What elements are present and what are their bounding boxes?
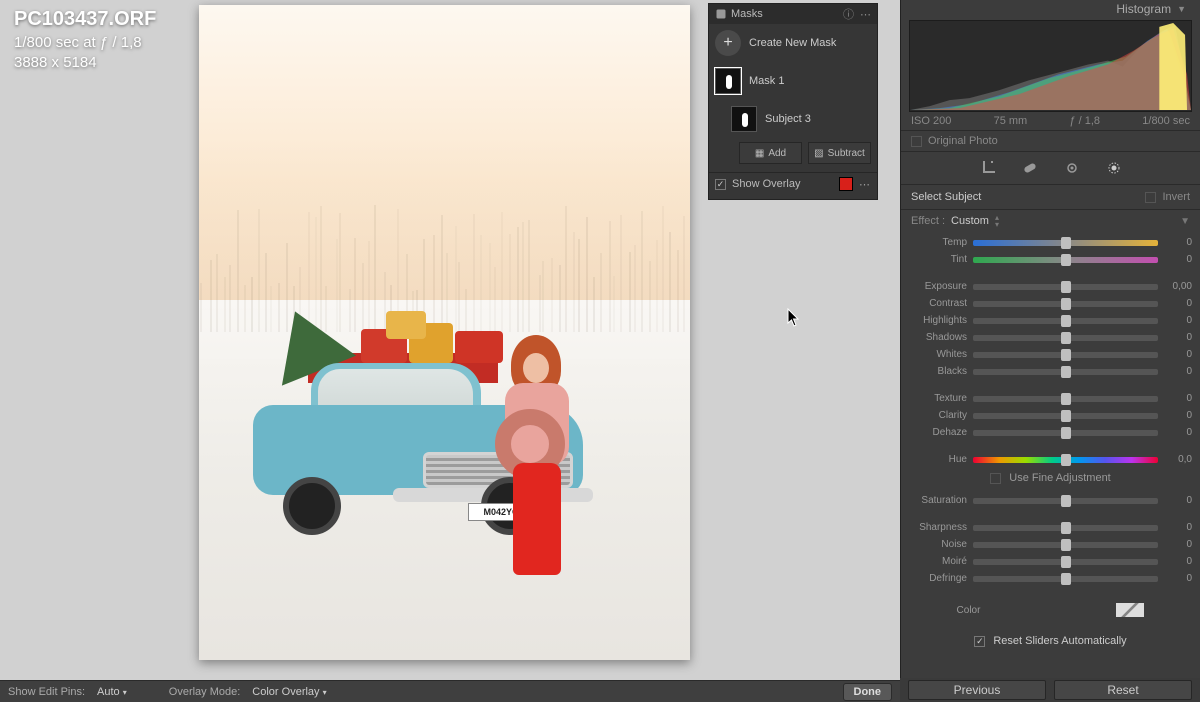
- subject-label: Subject 3: [765, 113, 811, 125]
- effect-preset-row[interactable]: Effect : Custom ▴▾ ▼: [901, 210, 1200, 232]
- fine-checkbox[interactable]: [990, 473, 1001, 484]
- chevron-down-icon: ▼: [1177, 4, 1186, 14]
- create-mask-label: Create New Mask: [749, 37, 836, 49]
- overlay-mode-dropdown[interactable]: Color Overlay ▾: [252, 686, 326, 698]
- photo-preview[interactable]: M042YC: [199, 5, 690, 660]
- reset-button[interactable]: Reset: [1054, 680, 1192, 700]
- histogram[interactable]: [909, 20, 1192, 112]
- masks-icon: [715, 8, 727, 20]
- mask-thumb[interactable]: [715, 68, 741, 94]
- photo-subject: [499, 335, 577, 585]
- slider-contrast[interactable]: Contrast0: [909, 295, 1192, 312]
- done-button[interactable]: Done: [843, 683, 893, 701]
- histogram-header[interactable]: Histogram ▼: [901, 0, 1200, 18]
- masks-header[interactable]: Masks ⓘ ⋯: [709, 4, 877, 24]
- redeye-tool-icon[interactable]: [1064, 160, 1080, 176]
- slider-temp[interactable]: Temp0: [909, 234, 1192, 251]
- heal-tool-icon[interactable]: [1022, 160, 1038, 176]
- overlay-color-swatch[interactable]: [839, 177, 853, 191]
- overlay-more-icon[interactable]: ⋯: [859, 178, 871, 191]
- mask-tool-icon[interactable]: [1106, 160, 1122, 176]
- file-info-overlay: PC103437.ORF 1/800 sec at ƒ / 1,8 3888 x…: [14, 6, 156, 74]
- subject-thumb[interactable]: [731, 106, 757, 132]
- show-overlay-checkbox[interactable]: ✓: [715, 179, 726, 190]
- original-photo-toggle[interactable]: Original Photo: [901, 130, 1200, 152]
- subtract-icon: ▨: [814, 148, 823, 159]
- masks-title: Masks: [731, 8, 763, 20]
- slider-shadows[interactable]: Shadows0: [909, 329, 1192, 346]
- slider-noise[interactable]: Noise0: [909, 536, 1192, 553]
- slider-texture[interactable]: Texture0: [909, 390, 1192, 407]
- mask-type-row: Select Subject Invert: [901, 185, 1200, 210]
- slider-clarity[interactable]: Clarity0: [909, 407, 1192, 424]
- slider-blacks[interactable]: Blacks0: [909, 363, 1192, 380]
- right-bottom-bar: Previous Reset: [900, 678, 1200, 702]
- right-panel: Histogram▼ ISO 20075 mmƒ / 1,81/800 sec …: [900, 0, 1200, 702]
- reset-auto-row[interactable]: ✓ Reset Sliders Automatically: [901, 627, 1200, 655]
- slider-moire[interactable]: Moiré0: [909, 553, 1192, 570]
- create-mask-row[interactable]: + Create New Mask: [709, 24, 877, 62]
- subtract-from-mask-button[interactable]: ▨Subtract: [808, 142, 871, 164]
- mask-item-1[interactable]: Mask 1: [709, 62, 877, 100]
- file-name: PC103437.ORF: [14, 6, 156, 33]
- original-checkbox[interactable]: [911, 136, 922, 147]
- file-dimensions: 3888 x 5184: [14, 53, 156, 73]
- color-swatch[interactable]: [1116, 603, 1144, 617]
- slider-saturation[interactable]: Saturation0: [909, 492, 1192, 509]
- show-overlay-label: Show Overlay: [732, 178, 800, 190]
- invert-checkbox[interactable]: [1145, 192, 1156, 203]
- fine-adjustment-row[interactable]: Use Fine Adjustment: [909, 468, 1192, 492]
- reset-auto-checkbox[interactable]: ✓: [974, 636, 985, 647]
- slider-sharpness[interactable]: Sharpness0: [909, 519, 1192, 536]
- add-mask-icon[interactable]: +: [715, 30, 741, 56]
- more-icon[interactable]: ⋯: [860, 8, 871, 21]
- previous-button[interactable]: Previous: [908, 680, 1046, 700]
- slider-highlights[interactable]: Highlights0: [909, 312, 1192, 329]
- mask-label: Mask 1: [749, 75, 784, 87]
- slider-hue[interactable]: Hue0,0: [909, 451, 1192, 468]
- slider-defringe[interactable]: Defringe0: [909, 570, 1192, 587]
- histogram-meta: ISO 20075 mmƒ / 1,81/800 sec: [901, 112, 1200, 130]
- add-to-mask-button[interactable]: ▦Add: [739, 142, 802, 164]
- panel-collapse-icon[interactable]: ▼: [1180, 216, 1190, 227]
- slider-dehaze[interactable]: Dehaze0: [909, 424, 1192, 441]
- info-icon[interactable]: ⓘ: [843, 6, 854, 22]
- histogram-title: Histogram: [1116, 2, 1171, 16]
- show-pins-dropdown[interactable]: Auto ▾: [97, 686, 127, 698]
- tool-strip: [901, 152, 1200, 185]
- mask-component-subject[interactable]: Subject 3: [709, 100, 877, 138]
- slider-exposure[interactable]: Exposure0,00: [909, 278, 1192, 295]
- slider-tint[interactable]: Tint0: [909, 251, 1192, 268]
- preset-arrows-icon[interactable]: ▴▾: [995, 214, 999, 228]
- add-icon: ▦: [755, 148, 764, 159]
- bottom-bar: Show Edit Pins: Auto ▾ Overlay Mode: Col…: [0, 680, 900, 702]
- color-row[interactable]: Color: [909, 597, 1192, 621]
- crop-tool-icon[interactable]: [980, 160, 996, 176]
- masks-panel[interactable]: Masks ⓘ ⋯ + Create New Mask Mask 1 Subje…: [708, 3, 878, 200]
- mask-type-label: Select Subject: [911, 191, 981, 203]
- slider-whites[interactable]: Whites0: [909, 346, 1192, 363]
- file-exposure: 1/800 sec at ƒ / 1,8: [14, 33, 156, 53]
